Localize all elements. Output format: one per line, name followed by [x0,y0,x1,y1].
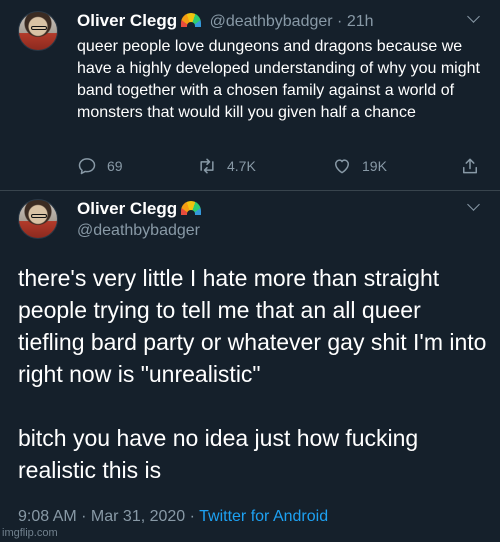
avatar[interactable] [18,11,58,51]
share-button[interactable] [460,156,490,176]
like-button[interactable]: 19K [332,156,387,176]
dot-separator: · [337,13,343,30]
tweet-paragraph: there's very little I hate more than str… [18,265,487,387]
author-name[interactable]: Oliver Clegg [77,11,177,30]
tweet-text: there's very little I hate more than str… [18,262,488,486]
retweet-count: 4.7K [227,158,256,174]
tweet-actions: 69 4.7K 19K [77,156,487,178]
author-handle[interactable]: @deathbybadger [77,222,200,240]
author-name-row: Oliver Clegg [77,199,202,219]
tweet-paragraph: bitch you have no idea just how fucking … [18,425,419,483]
tweet-meta: 9:08 AM · Mar 31, 2020 · Twitter for And… [18,508,328,526]
tweet-source-link[interactable]: Twitter for Android [199,508,328,525]
tweet-date[interactable]: Mar 31, 2020 [91,508,185,525]
tweet-text: queer people love dungeons and dragons b… [77,38,480,121]
chevron-down-icon[interactable] [467,10,480,23]
reply-button[interactable]: 69 [77,156,123,176]
meta-separator: · [76,508,91,525]
author-handle[interactable]: @deathbybadger [210,13,333,30]
tweet-time[interactable]: 9:08 AM [18,508,77,525]
tweet-time[interactable]: 21h [347,13,374,30]
tweet-parent[interactable]: Oliver Clegg @deathbybadger · 21h queer … [0,0,500,192]
rainbow-icon [181,201,202,215]
retweet-icon [200,158,214,174]
tweet-header: Oliver Clegg @deathbybadger · 21h [77,11,374,31]
meta-separator: · [185,508,200,525]
share-icon [463,158,477,174]
retweet-button[interactable]: 4.7K [197,156,256,176]
avatar[interactable] [18,199,58,239]
reply-count: 69 [107,158,123,174]
author-name[interactable]: Oliver Clegg [77,199,177,218]
like-count: 19K [362,158,387,174]
reply-icon [78,158,96,175]
like-icon [335,159,349,174]
rainbow-icon [181,13,202,27]
watermark: imgflip.com [2,527,58,539]
